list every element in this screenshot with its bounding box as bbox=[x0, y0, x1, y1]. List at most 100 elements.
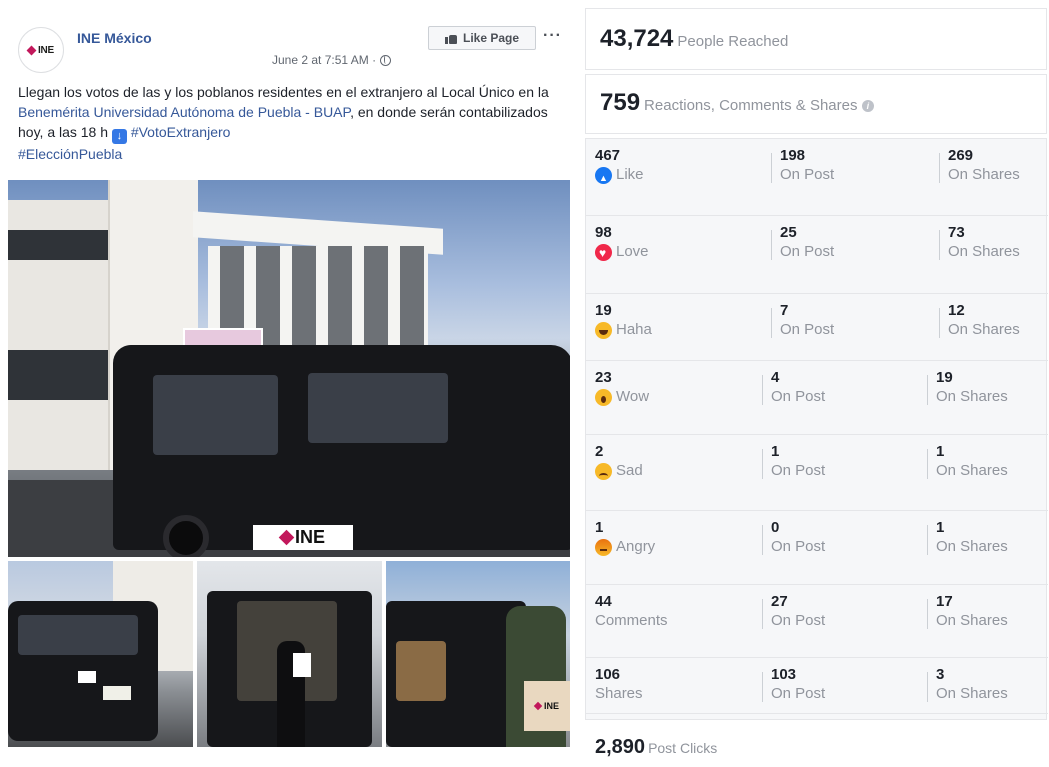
post-text-part1: Llegan los votos de las y los poblanos r… bbox=[18, 84, 549, 100]
building-windows bbox=[8, 230, 108, 260]
license-plate bbox=[103, 686, 131, 700]
on-shares-value: 1 bbox=[936, 443, 945, 460]
on-shares-label: On Shares bbox=[936, 462, 1008, 479]
on-shares-label: On Shares bbox=[936, 685, 1008, 702]
on-post-value: 1 bbox=[771, 443, 780, 460]
timestamp-text: June 2 at 7:51 AM · bbox=[272, 53, 377, 67]
total-value: 1 bbox=[595, 519, 604, 536]
sad-reaction-icon bbox=[595, 462, 612, 480]
like-page-button[interactable]: Like Page bbox=[428, 26, 536, 50]
total-cell: 44 Comments bbox=[595, 593, 668, 630]
total-cell: 23 Wow bbox=[595, 369, 649, 406]
people-reached-label: People Reached bbox=[677, 33, 789, 50]
total-value: 467 bbox=[595, 147, 621, 164]
on-shares-label: On Shares bbox=[936, 388, 1008, 405]
metric-label-text: Sad bbox=[616, 462, 643, 479]
on-shares-cell: 1 On Shares bbox=[927, 443, 1008, 479]
on-shares-label: On Shares bbox=[948, 243, 1020, 260]
post-photo-main[interactable]: INE bbox=[8, 180, 570, 557]
on-post-cell: 27 On Post bbox=[762, 593, 825, 629]
engagement-summary: 759 Reactions, Comments & Shares i bbox=[585, 74, 1047, 134]
breakdown-row: 44 Comments 27 On Post 17 On Shares bbox=[586, 585, 1048, 658]
breakdown-row: 2 Sad 1 On Post 1 On Shares bbox=[586, 435, 1048, 511]
van-rear-window bbox=[18, 615, 138, 655]
breakdown-row: 467 Like 198 On Post 269 On Shares bbox=[586, 139, 1048, 216]
total-cell: 106 Shares bbox=[595, 666, 643, 703]
metric-label: Sad bbox=[595, 462, 643, 480]
on-post-value: 4 bbox=[771, 369, 780, 386]
globe-icon bbox=[380, 54, 392, 66]
black-van: INE bbox=[113, 345, 570, 557]
ine-logo: INE bbox=[26, 45, 54, 56]
total-cell: 19 Haha bbox=[595, 302, 652, 339]
on-post-cell: 0 On Post bbox=[762, 519, 825, 555]
metric-label-text: Love bbox=[616, 243, 649, 260]
metric-label: Shares bbox=[595, 685, 643, 703]
arrow-down-emoji-icon: ↓ bbox=[111, 129, 127, 144]
on-post-cell: 25 On Post bbox=[771, 224, 834, 260]
post-timestamp[interactable]: June 2 at 7:51 AM · bbox=[272, 53, 392, 67]
metric-label: Angry bbox=[595, 538, 655, 556]
post-text: Llegan los votos de las y los poblanos r… bbox=[18, 82, 558, 164]
on-shares-value: 3 bbox=[936, 666, 945, 683]
post-photo-1[interactable] bbox=[8, 561, 193, 747]
university-link[interactable]: Benemérita Universidad Autónoma de Puebl… bbox=[18, 104, 350, 120]
angry-reaction-icon bbox=[595, 538, 612, 556]
post-clicks-value: 2,890 bbox=[595, 736, 646, 758]
love-reaction-icon bbox=[595, 243, 612, 262]
ine-box: INE bbox=[524, 681, 570, 731]
on-shares-label: On Shares bbox=[948, 166, 1020, 183]
van-loading bbox=[386, 601, 526, 747]
van-open-doors bbox=[207, 591, 372, 747]
on-shares-cell: 17 On Shares bbox=[927, 593, 1008, 629]
on-shares-cell: 1 On Shares bbox=[927, 519, 1008, 555]
hashtag-voto-extranjero[interactable]: #VotoExtranjero bbox=[131, 124, 231, 140]
more-options-icon[interactable]: ··· bbox=[543, 27, 562, 45]
total-cell: 2 Sad bbox=[595, 443, 643, 480]
page-avatar[interactable]: INE bbox=[18, 27, 64, 73]
breakdown-row: 19 Haha 7 On Post 12 On Shares bbox=[586, 294, 1048, 361]
metric-label: Wow bbox=[595, 388, 649, 406]
total-value: 106 bbox=[595, 666, 621, 683]
hashtag-eleccion-puebla[interactable]: #ElecciónPuebla bbox=[18, 146, 122, 162]
engagement-breakdown: 467Like198On Post269On Shares98Love25On … bbox=[585, 138, 1048, 720]
info-icon[interactable]: i bbox=[861, 100, 874, 112]
post-photo-3[interactable]: INE bbox=[386, 561, 570, 747]
on-post-cell: 198 On Post bbox=[771, 147, 835, 183]
metric-label-text: Haha bbox=[616, 321, 652, 338]
post-photo-2[interactable] bbox=[197, 561, 382, 747]
metric-label: Love bbox=[595, 243, 649, 262]
van-wheel bbox=[163, 515, 209, 557]
like-reaction-icon bbox=[595, 166, 612, 187]
on-post-label: On Post bbox=[771, 685, 826, 702]
haha-reaction-icon bbox=[595, 321, 612, 339]
ine-diamond-icon bbox=[26, 45, 37, 55]
metric-label-text: Like bbox=[616, 166, 644, 183]
on-shares-value: 73 bbox=[948, 224, 965, 241]
on-shares-value: 12 bbox=[948, 302, 965, 319]
on-post-label: On Post bbox=[780, 166, 835, 183]
on-post-cell: 1 On Post bbox=[762, 443, 825, 479]
van-window-side bbox=[308, 373, 448, 443]
metric-label: Haha bbox=[595, 321, 652, 339]
on-post-label: On Post bbox=[780, 321, 835, 338]
van-ine-sticker: INE bbox=[253, 525, 353, 550]
box-text: INE bbox=[543, 701, 559, 711]
metric-label-text: Wow bbox=[616, 388, 650, 405]
facebook-post: INE INE México June 2 at 7:51 AM · Like … bbox=[0, 0, 578, 767]
on-shares-label: On Shares bbox=[936, 538, 1008, 555]
document-paper bbox=[293, 653, 311, 677]
page-name-link[interactable]: INE México bbox=[77, 30, 152, 46]
thumbs-up-icon bbox=[444, 33, 457, 44]
total-value: 44 bbox=[595, 593, 612, 610]
on-post-value: 27 bbox=[771, 593, 788, 610]
building-windows-lower bbox=[8, 350, 108, 400]
on-post-value: 0 bbox=[771, 519, 780, 536]
on-shares-cell: 269 On Shares bbox=[939, 147, 1020, 183]
on-shares-value: 19 bbox=[936, 369, 953, 386]
total-value: 2 bbox=[595, 443, 604, 460]
post-insights-panel: 43,724 People Reached 759 Reactions, Comme… bbox=[585, 8, 1048, 760]
metric-label-text: Shares bbox=[595, 685, 643, 702]
van-rear bbox=[8, 601, 158, 741]
post-clicks-label: Post Clicks bbox=[648, 740, 718, 756]
